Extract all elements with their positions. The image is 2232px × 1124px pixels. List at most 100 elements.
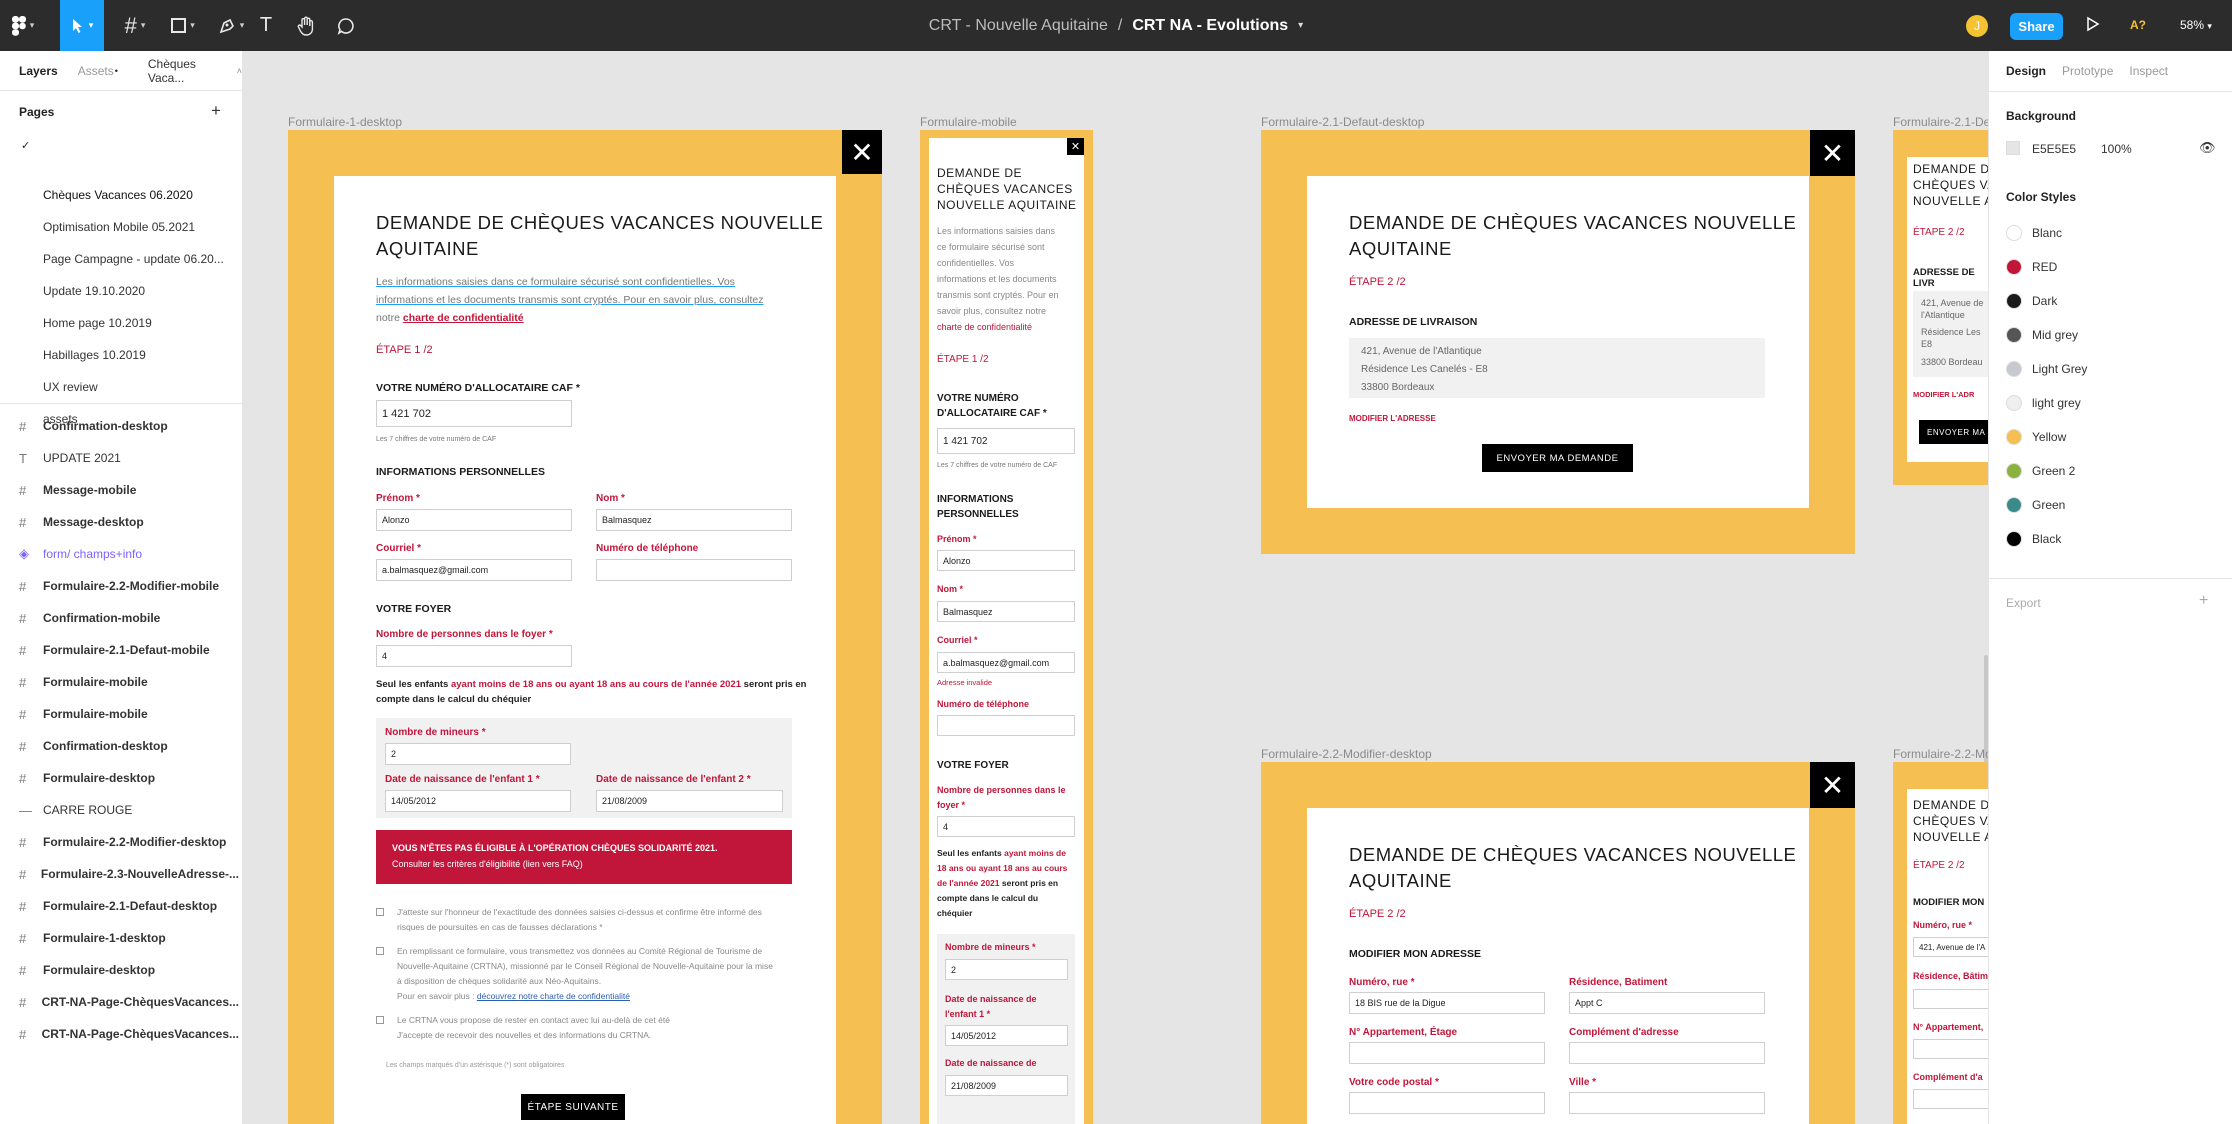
tel-input[interactable]	[596, 559, 792, 581]
frame-formulaire-2-1-cut[interactable]: DEMANDE DE CHÈQUES VA NOUVELLE A ÉTAPE 2…	[1893, 130, 1988, 485]
courriel-input[interactable]: a.balmasquez@gmail.com	[376, 559, 572, 581]
background-hex[interactable]: E5E5E5	[2032, 142, 2076, 156]
color-style-name[interactable]: Light Grey	[2032, 362, 2087, 376]
naiss1-input[interactable]: 14/05/2012	[385, 790, 571, 812]
color-style-name[interactable]: Dark	[2032, 294, 2057, 308]
tab-prototype[interactable]: Prototype	[2062, 64, 2113, 78]
close-icon[interactable]: ✕	[842, 130, 882, 174]
app-input[interactable]	[1913, 1039, 1988, 1059]
page-item[interactable]: Update 19.10.2020	[43, 281, 145, 301]
color-style-swatch[interactable]	[2006, 361, 2022, 377]
layer-item[interactable]: # CRT-NA-Page-ChèquesVacances...	[19, 991, 239, 1013]
res-input[interactable]: Appt C	[1569, 992, 1765, 1014]
privacy-link[interactable]: découvrez notre charte de confidentialit…	[477, 991, 630, 1001]
frame-label[interactable]: Formulaire-mobile	[920, 115, 1017, 129]
mineurs-input[interactable]: 2	[945, 959, 1068, 980]
cp-input[interactable]	[1349, 1092, 1545, 1114]
color-style-name[interactable]: Black	[2032, 532, 2061, 546]
color-style-name[interactable]: Mid grey	[2032, 328, 2078, 342]
color-style-name[interactable]: Blanc	[2032, 226, 2062, 240]
alert-link[interactable]: Consulter les critères d'éligibilité (li…	[392, 859, 583, 869]
courriel-input[interactable]: a.balmasquez@gmail.com	[937, 652, 1075, 673]
accessibility-button[interactable]: A?	[2130, 18, 2146, 32]
num-input[interactable]: 421, Avenue de l'A	[1913, 937, 1988, 957]
modify-address-link[interactable]: MODIFIER L'ADRESSE	[1349, 414, 1436, 423]
close-icon[interactable]: ✕	[1810, 762, 1855, 808]
page-item[interactable]: Habillages 10.2019	[43, 345, 146, 365]
page-selector[interactable]: Chèques Vaca...	[148, 57, 232, 85]
num-input[interactable]: 18 BIS rue de la Digue	[1349, 992, 1545, 1014]
checkbox-attestation[interactable]	[376, 908, 384, 916]
color-style-name[interactable]: Green 2	[2032, 464, 2075, 478]
close-icon[interactable]: ✕	[1810, 130, 1855, 176]
app-input[interactable]	[1349, 1042, 1545, 1064]
page-item[interactable]: Chèques Vacances 06.2020	[43, 185, 193, 205]
layer-item[interactable]: # Formulaire-1-desktop	[19, 927, 239, 949]
file-name[interactable]: CRT NA - Evolutions	[1132, 17, 1288, 35]
layer-item[interactable]: # Formulaire-desktop	[19, 767, 239, 789]
caf-input[interactable]: 1 421 702	[937, 428, 1075, 454]
page-item[interactable]: Optimisation Mobile 05.2021	[43, 217, 195, 237]
layer-item[interactable]: T UPDATE 2021	[19, 447, 239, 469]
frame-label[interactable]: Formulaire-1-desktop	[288, 115, 402, 129]
naiss1-input[interactable]: 14/05/2012	[945, 1025, 1068, 1046]
color-style-name[interactable]: RED	[2032, 260, 2057, 274]
modify-address-link[interactable]: MODIFIER L'ADR	[1913, 390, 1974, 399]
mineurs-input[interactable]: 2	[385, 743, 571, 765]
color-style-swatch[interactable]	[2006, 395, 2022, 411]
add-export-icon[interactable]: +	[2199, 592, 2208, 610]
tel-input[interactable]	[937, 715, 1075, 736]
close-icon[interactable]: ✕	[1067, 138, 1084, 155]
privacy-link[interactable]: charte de confidentialité	[937, 322, 1032, 332]
page-item[interactable]: Page Campagne - update 06.20...	[43, 249, 224, 269]
layer-item[interactable]: # Formulaire-2.2-Modifier-desktop	[19, 831, 239, 853]
layer-item[interactable]: # Formulaire-2.1-Defaut-desktop	[19, 895, 239, 917]
frame-label[interactable]: Formulaire-2.1-Defaut-desktop	[1261, 115, 1424, 129]
project-name[interactable]: CRT - Nouvelle Aquitaine	[929, 17, 1108, 35]
comp-input[interactable]	[1913, 1089, 1988, 1109]
ville-input[interactable]	[1569, 1092, 1765, 1114]
send-request-button[interactable]: ENVOYER MA DEMANDE	[1482, 444, 1633, 472]
layer-item[interactable]: # Message-mobile	[19, 479, 239, 501]
layer-item[interactable]: # Formulaire-2.1-Defaut-mobile	[19, 639, 239, 661]
frame-formulaire-2-2-modifier-desktop[interactable]: ✕ DEMANDE DE CHÈQUES VACANCES NOUVELLE A…	[1261, 762, 1855, 1124]
nom-input[interactable]: Balmasquez	[937, 601, 1075, 622]
frame-formulaire-1-desktop[interactable]: ✕ DEMANDE DE CHÈQUES VACANCES NOUVELLE A…	[288, 130, 882, 1124]
prenom-input[interactable]: Alonzo	[937, 550, 1075, 571]
comp-input[interactable]	[1569, 1042, 1765, 1064]
layer-item[interactable]: # Confirmation-desktop	[19, 415, 239, 437]
nb-personnes-input[interactable]: 4	[376, 645, 572, 667]
layer-item[interactable]: ◈ form/ champs+info	[19, 543, 239, 565]
color-style-swatch[interactable]	[2006, 259, 2022, 275]
nom-input[interactable]: Balmasquez	[596, 509, 792, 531]
color-style-swatch[interactable]	[2006, 497, 2022, 513]
zoom-menu[interactable]: 58% ▾	[2180, 18, 2212, 32]
add-page-icon[interactable]: +	[211, 101, 221, 121]
layer-item[interactable]: # Confirmation-desktop	[19, 735, 239, 757]
frame-label[interactable]: Formulaire-2.2-Mo	[1893, 747, 1988, 761]
page-item[interactable]: Home page 10.2019	[43, 313, 152, 333]
checkbox-rgpd[interactable]	[376, 947, 384, 955]
frame-formulaire-mobile[interactable]: ✕ DEMANDE DE CHÈQUES VACANCES NOUVELLE A…	[920, 130, 1093, 1124]
layer-item[interactable]: # Formulaire-mobile	[19, 703, 239, 725]
share-button[interactable]: Share	[2010, 13, 2063, 40]
checkbox-newsletter[interactable]	[376, 1016, 384, 1024]
send-request-button[interactable]: ENVOYER MA	[1919, 420, 1988, 444]
layer-item[interactable]: # CRT-NA-Page-ChèquesVacances...	[19, 1023, 239, 1045]
present-button[interactable]	[2086, 16, 2100, 35]
page-item[interactable]: UX review	[43, 377, 98, 397]
layer-item[interactable]: # Formulaire-2.2-Modifier-mobile	[19, 575, 239, 597]
prenom-input[interactable]: Alonzo	[376, 509, 572, 531]
color-style-name[interactable]: Yellow	[2032, 430, 2066, 444]
tab-assets[interactable]: Assets	[78, 64, 114, 78]
layer-item[interactable]: # Confirmation-mobile	[19, 607, 239, 629]
background-swatch[interactable]	[2006, 141, 2020, 155]
tab-layers[interactable]: Layers	[19, 64, 58, 78]
color-style-swatch[interactable]	[2006, 327, 2022, 343]
next-step-button[interactable]: ÉTAPE SUIVANTE	[521, 1094, 625, 1120]
layer-item[interactable]: # Formulaire-desktop	[19, 959, 239, 981]
privacy-link[interactable]: charte de confidentialité	[403, 312, 524, 324]
tab-inspect[interactable]: Inspect	[2129, 64, 2168, 78]
color-style-name[interactable]: Green	[2032, 498, 2065, 512]
color-style-name[interactable]: light grey	[2032, 396, 2081, 410]
